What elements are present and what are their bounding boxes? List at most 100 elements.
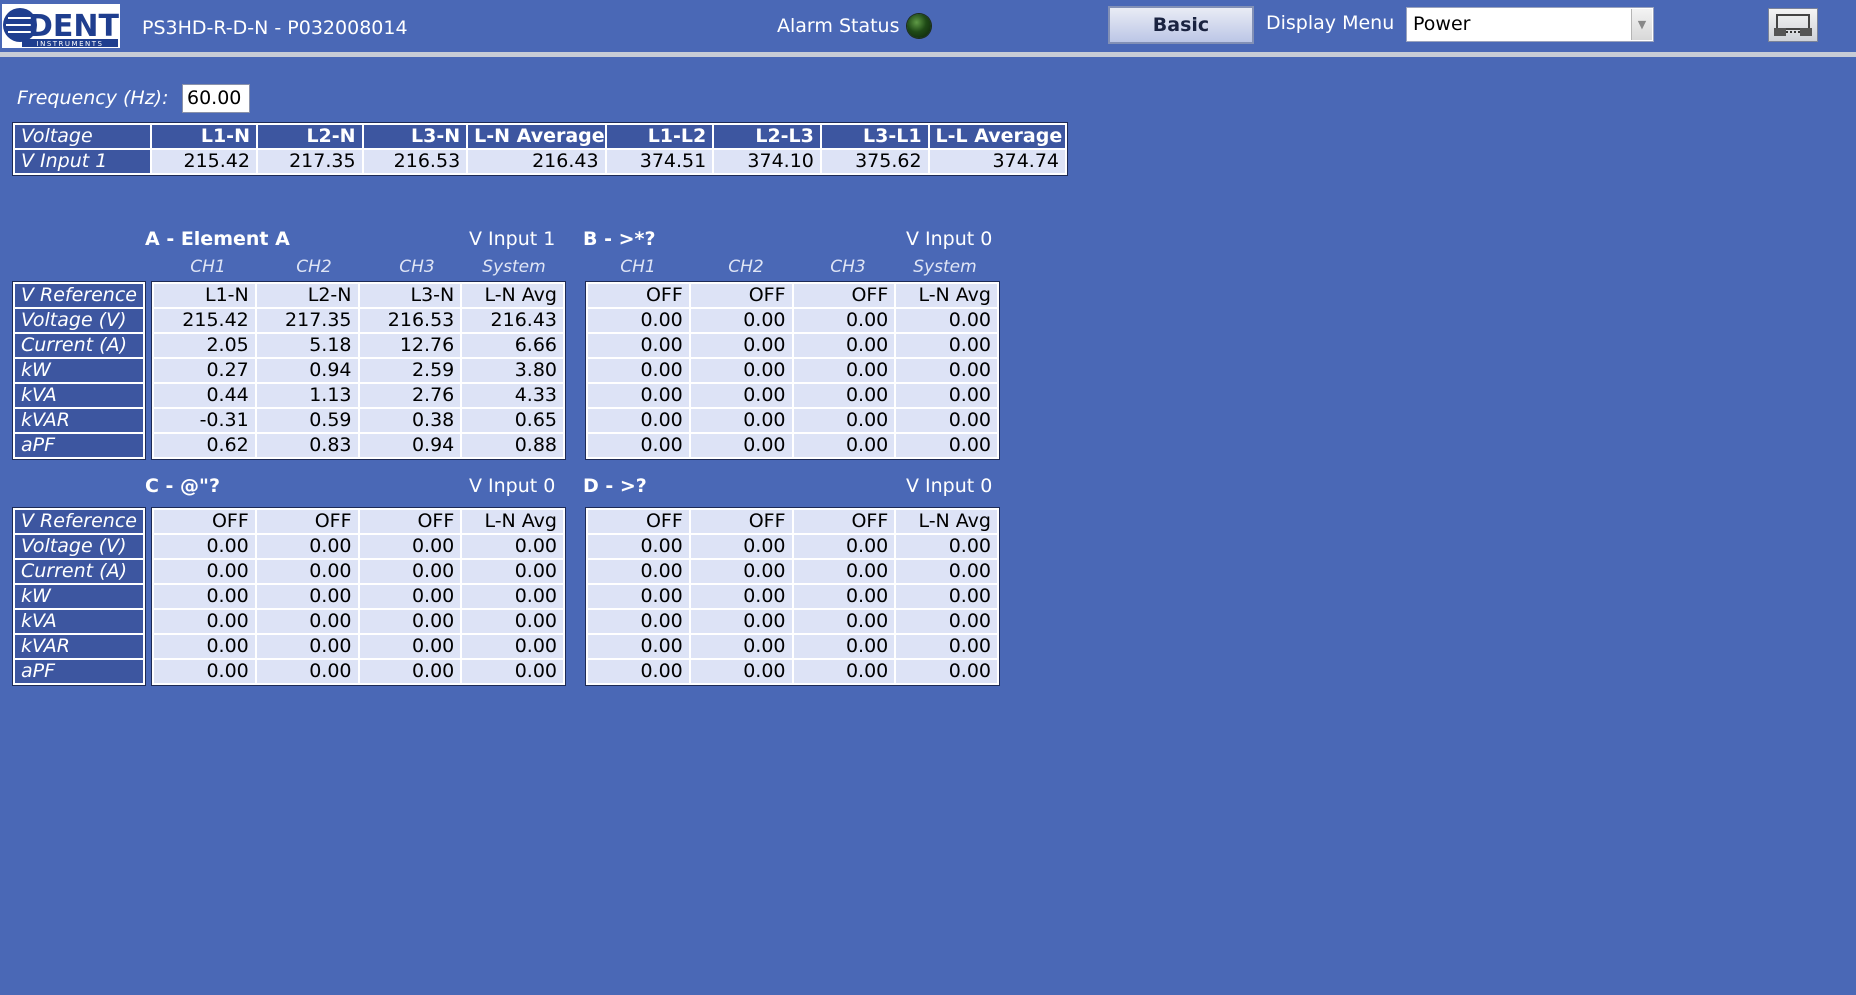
- element-b-cell: 0.00: [896, 309, 997, 332]
- voltage-header-l1n: L1-N: [152, 125, 256, 148]
- element-a-cell: 6.66: [462, 334, 563, 357]
- element-a-title: A - Element A: [145, 228, 290, 250]
- row-label-item: kVA: [15, 610, 143, 633]
- element-a-ch2-header: CH2: [296, 257, 332, 277]
- element-d-cell: 0.00: [588, 610, 689, 633]
- element-c-cell: 0.00: [359, 635, 461, 658]
- row-label: Voltage (V): [15, 309, 143, 332]
- element-b-row: 0.00 0.00 0.00 0.00: [588, 409, 997, 432]
- element-c-cell: 0.00: [154, 560, 255, 583]
- element-a-cell: 2.05: [154, 334, 255, 357]
- element-b-cell[interactable]: OFF: [793, 284, 895, 307]
- element-b-cell[interactable]: OFF: [690, 284, 792, 307]
- element-c-title: C - @"?: [145, 475, 220, 497]
- element-b-cell: 0.00: [793, 409, 895, 432]
- frequency-field[interactable]: 60.00: [182, 84, 250, 113]
- element-b-ch3-header: CH3: [830, 257, 866, 277]
- element-a-cell: 0.94: [359, 434, 461, 457]
- element-d-table: OFF OFF OFF L-N Avg 0.00 0.00 0.00 0.00 0.00 0.00…: [585, 507, 1000, 686]
- element-b-vinput: V Input 0: [906, 228, 993, 250]
- display-menu-label: Display Menu: [1266, 12, 1395, 34]
- element-c-cell: 0.00: [256, 585, 358, 608]
- element-d-cell[interactable]: OFF: [690, 510, 792, 533]
- element-d-cell: 0.00: [588, 585, 689, 608]
- voltage-header-ll-avg: L-L Average: [929, 125, 1065, 148]
- element-d-cell[interactable]: OFF: [588, 510, 689, 533]
- element-b-cell: 0.00: [588, 334, 689, 357]
- element-a-cell: 2.76: [359, 384, 461, 407]
- element-b-row: 0.00 0.00 0.00 0.00: [588, 309, 997, 332]
- element-b-table: OFF OFF OFF L-N Avg 0.00 0.00 0.00 0.00 0.00 0.00…: [585, 281, 1000, 460]
- element-a-cell: 0.44: [154, 384, 255, 407]
- element-b-cell[interactable]: L-N Avg: [896, 284, 997, 307]
- element-c-cell[interactable]: OFF: [359, 510, 461, 533]
- device-connection-button[interactable]: [1768, 8, 1818, 42]
- element-b-cell: 0.00: [690, 384, 792, 407]
- voltage-value: 216.53: [363, 150, 467, 173]
- element-c-cell: 0.00: [359, 535, 461, 558]
- row-label-item: kVA: [15, 384, 143, 407]
- element-a-cell[interactable]: L3-N: [359, 284, 461, 307]
- element-b-cell: 0.00: [896, 334, 997, 357]
- element-b-cell: 0.00: [588, 309, 689, 332]
- element-a-cell: 0.94: [256, 359, 358, 382]
- element-a-cell: 12.76: [359, 334, 461, 357]
- row-label: V Reference: [15, 510, 143, 533]
- element-c-cell: 0.00: [154, 635, 255, 658]
- element-d-cell: 0.00: [793, 635, 895, 658]
- element-d-cell: 0.00: [588, 560, 689, 583]
- element-b-cell: 0.00: [896, 434, 997, 457]
- element-b-cell: 0.00: [793, 384, 895, 407]
- element-d-title: D - >?: [583, 475, 647, 497]
- element-d-cell: 0.00: [588, 635, 689, 658]
- display-menu-select[interactable]: Power ▼: [1406, 7, 1654, 42]
- element-c-cell: 0.00: [462, 585, 563, 608]
- voltage-row: V Input 1 215.42 217.35 216.53 216.43 37…: [15, 150, 1065, 173]
- row-label: aPF: [15, 660, 143, 683]
- element-d-cell: 0.00: [690, 635, 792, 658]
- chevron-down-icon[interactable]: ▼: [1631, 9, 1652, 40]
- voltage-header-label: Voltage: [15, 125, 151, 148]
- element-b-cell: 0.00: [896, 359, 997, 382]
- element-c-cell: 0.00: [154, 535, 255, 558]
- element-a-cell[interactable]: L1-N: [154, 284, 255, 307]
- element-b-row: 0.00 0.00 0.00 0.00: [588, 334, 997, 357]
- element-d-vinput: V Input 0: [906, 475, 993, 497]
- element-b-cell[interactable]: OFF: [588, 284, 689, 307]
- voltage-header-l2n: L2-N: [257, 125, 362, 148]
- row-label: kVA: [15, 610, 143, 633]
- element-d-cell: 0.00: [793, 610, 895, 633]
- element-a-cell[interactable]: L2-N: [256, 284, 358, 307]
- element-a-cell[interactable]: L-N Avg: [462, 284, 563, 307]
- element-c-cell[interactable]: L-N Avg: [462, 510, 563, 533]
- voltage-value: 374.10: [714, 150, 820, 173]
- row-label-item: kW: [15, 359, 143, 382]
- element-b-row: 0.00 0.00 0.00 0.00: [588, 434, 997, 457]
- element-c-vinput: V Input 0: [469, 475, 556, 497]
- element-a-cell: 215.42: [154, 309, 255, 332]
- element-a-row: 2.05 5.18 12.76 6.66: [154, 334, 563, 357]
- element-b-row: 0.00 0.00 0.00 0.00: [588, 384, 997, 407]
- element-c-cell[interactable]: OFF: [256, 510, 358, 533]
- element-c-row: 0.00 0.00 0.00 0.00: [154, 560, 563, 583]
- element-b-cell: 0.00: [588, 409, 689, 432]
- element-d-row: 0.00 0.00 0.00 0.00: [588, 610, 997, 633]
- element-c-row: 0.00 0.00 0.00 0.00: [154, 610, 563, 633]
- basic-button[interactable]: Basic: [1108, 6, 1254, 44]
- element-d-cell[interactable]: L-N Avg: [896, 510, 997, 533]
- element-b-cell: 0.00: [793, 359, 895, 382]
- element-a-cell: 0.62: [154, 434, 255, 457]
- element-c-row: OFF OFF OFF L-N Avg: [154, 510, 563, 533]
- element-c-cell: 0.00: [462, 610, 563, 633]
- element-d-cell[interactable]: OFF: [793, 510, 895, 533]
- element-d-cell: 0.00: [690, 585, 792, 608]
- element-c-cell[interactable]: OFF: [154, 510, 255, 533]
- row-labels-bottom: V Reference Voltage (V) Current (A) kW k…: [12, 507, 146, 686]
- alarm-status-label: Alarm Status: [777, 15, 900, 37]
- element-a-row: L1-N L2-N L3-N L-N Avg: [154, 284, 563, 307]
- element-a-cell: 217.35: [256, 309, 358, 332]
- voltage-value: 374.74: [929, 150, 1065, 173]
- element-b-cell: 0.00: [588, 359, 689, 382]
- dent-logo: DENT INSTRUMENTS: [2, 4, 120, 48]
- element-c-row: 0.00 0.00 0.00 0.00: [154, 535, 563, 558]
